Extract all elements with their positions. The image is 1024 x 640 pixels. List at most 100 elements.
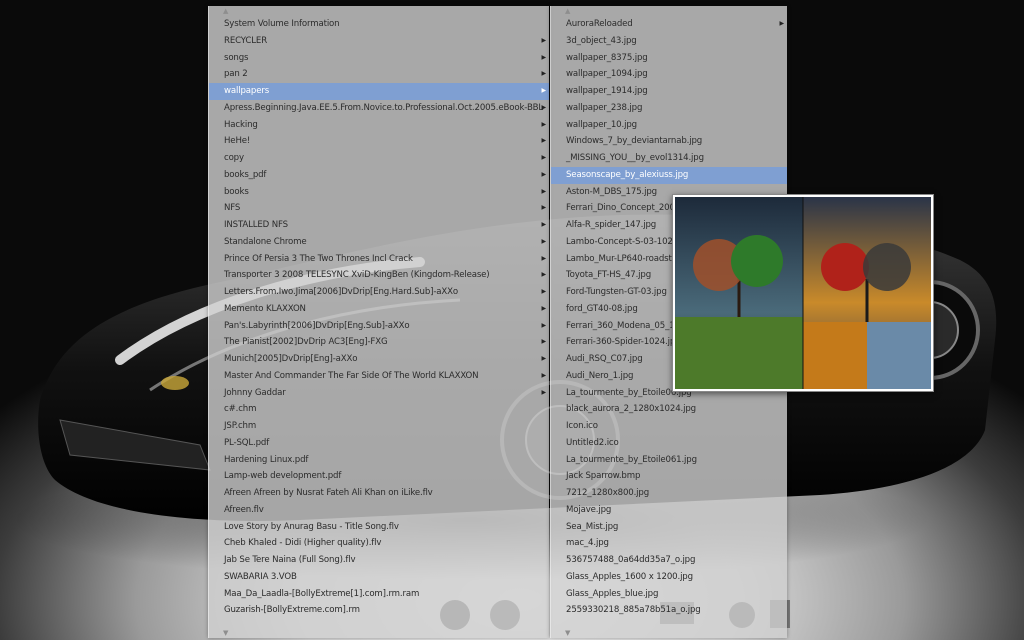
menu-item-hardening-linux-pdf[interactable]: Hardening Linux.pdf: [209, 452, 549, 469]
menu-item-apress-beginning-java-ee-5-from-novice-t[interactable]: Apress.Beginning.Java.EE.5.From.Novice.t…: [209, 100, 549, 117]
menu-item-label: c#.chm: [224, 404, 257, 415]
menu-item-lamp-web-development-pdf[interactable]: Lamp-web development.pdf: [209, 468, 549, 485]
menu-item-munich-2005-dvdrip-eng-axxo[interactable]: Munich[2005]DvDrip[Eng]-aXXo ▶: [209, 351, 549, 368]
menu-item-wallpaper-1094-jpg[interactable]: wallpaper_1094.jpg: [551, 66, 787, 83]
menu-item-icon-ico[interactable]: Icon.ico: [551, 418, 787, 435]
menu-item-wallpaper-238-jpg[interactable]: wallpaper_238.jpg: [551, 100, 787, 117]
menu-item-glass-apples-blue-jpg[interactable]: Glass_Apples_blue.jpg: [551, 586, 787, 603]
menu-item-master-and-commander-the-far-side-of-the[interactable]: Master And Commander The Far Side Of The…: [209, 368, 549, 385]
menu-item-johnny-gaddar[interactable]: Johnny Gaddar ▶: [209, 385, 549, 402]
menu-item-536757488-0a64dd35a7-o-jpg[interactable]: 536757488_0a64dd35a7_o.jpg: [551, 552, 787, 569]
menu-item-label: HeHe!: [224, 136, 251, 147]
menu-item-label: black_aurora_2_1280x1024.jpg: [566, 404, 696, 415]
seasonscape-thumbnail-image: [675, 197, 931, 389]
menu-item-installed-nfs[interactable]: INSTALLED NFS ▶: [209, 217, 549, 234]
menu-item-label: Windows_7_by_deviantarnab.jpg: [566, 136, 703, 147]
menu-item-label: Lambo_Mur-LP640-roadster: [566, 253, 681, 264]
menu-item-memento-klaxxon[interactable]: Memento KLAXXON ▶: [209, 301, 549, 318]
menu-item-jsp-chm[interactable]: JSP.chm: [209, 418, 549, 435]
menu-item-wallpaper-1914-jpg[interactable]: wallpaper_1914.jpg: [551, 83, 787, 100]
menu-item-label: 2559330218_885a78b51a_o.jpg: [566, 605, 701, 616]
submenu-arrow-icon: ▶: [541, 388, 547, 396]
submenu-arrow-icon: ▶: [779, 20, 785, 27]
menu-item-pan-2[interactable]: pan 2 ▶: [209, 66, 549, 83]
menu-item-pl-sql-pdf[interactable]: PL-SQL.pdf: [209, 435, 549, 452]
menu-item-label: Glass_Apples_1600 x 1200.jpg: [566, 571, 693, 582]
menu-item-glass-apples-1600-x-1200-jpg[interactable]: Glass_Apples_1600 x 1200.jpg: [551, 569, 787, 586]
menu-item-the-pianist-2002-dvdrip-ac3-eng-fxg[interactable]: The Pianist[2002]DvDrip AC3[Eng]-FXG ▶: [209, 334, 549, 351]
submenu-arrow-icon: ▶: [541, 221, 547, 228]
menu-item-2559330218-885a78b51a-o-jpg[interactable]: 2559330218_885a78b51a_o.jpg: [551, 602, 787, 619]
folder-menu-left[interactable]: ▲ System Volume Information RECYCLER ▶ song…: [208, 6, 549, 638]
menu-item-hacking[interactable]: Hacking ▶: [209, 117, 549, 134]
scroll-up-arrow[interactable]: ▲: [551, 6, 787, 16]
menu-item-guzarish-bollyextreme-com-rm[interactable]: Guzarish-[BollyExtreme.com].rm: [209, 602, 549, 619]
scroll-down-arrow[interactable]: ▼: [551, 628, 787, 638]
menu-item-hehe[interactable]: HeHe! ▶: [209, 133, 549, 150]
menu-item-label: Sea_Mist.jpg: [566, 521, 619, 532]
menu-item-label: Johnny Gaddar: [224, 387, 286, 398]
menu-item-songs[interactable]: songs ▶: [209, 50, 549, 67]
menu-item-pan-s-labyrinth-2006-dvdrip-eng-sub-axxo[interactable]: Pan's.Labyrinth[2006]DvDrip[Eng.Sub]-aXX…: [209, 318, 549, 335]
menu-item-maa-da-laadla-bollyextreme-1-com-rm-ram[interactable]: Maa_Da_Laadla-[BollyExtreme[1].com].rm.r…: [209, 586, 549, 603]
menu-item-cheb-khaled-didi-higher-quality-flv[interactable]: Cheb Khaled - Didi (Higher quality).flv: [209, 535, 549, 552]
menu-item-letters-from-iwo-jima-2006-dvdrip-eng-ha[interactable]: Letters.From.Iwo.Jima[2006]DvDrip[Eng.Ha…: [209, 284, 549, 301]
menu-item-transporter-3-2008-telesync-xvid-kingben[interactable]: Transporter 3 2008 TELESYNC XviD-KingBen…: [209, 267, 549, 284]
menu-item-prince-of-persia-3-the-two-thrones-incl-[interactable]: Prince Of Persia 3 The Two Thrones Incl …: [209, 251, 549, 268]
menu-item-label: wallpaper_10.jpg: [566, 119, 637, 130]
menu-item-love-story-by-anurag-basu-title-song-flv[interactable]: Love Story by Anurag Basu - Title Song.f…: [209, 519, 549, 536]
menu-item-windows-7-by-deviantarnab-jpg[interactable]: Windows_7_by_deviantarnab.jpg: [551, 133, 787, 150]
menu-item-label: copy: [224, 153, 244, 163]
menu-item-missing-you-by-evol1314-jpg[interactable]: _MISSING_YOU__by_evol1314.jpg: [551, 150, 787, 167]
menu-item-jack-sparrow-bmp[interactable]: Jack Sparrow.bmp: [551, 468, 787, 485]
scroll-up-arrow[interactable]: ▲: [209, 6, 549, 16]
menu-item-label: Transporter 3 2008 TELESYNC XviD-KingBen…: [224, 270, 490, 281]
menu-item-recycler[interactable]: RECYCLER ▶: [209, 33, 549, 50]
menu-item-c-chm[interactable]: c#.chm: [209, 401, 549, 418]
menu-item-label: Audi_Nero_1.jpg: [566, 370, 634, 381]
menu-item-seasonscape-by-alexiuss-jpg[interactable]: Seasonscape_by_alexiuss.jpg: [551, 166, 787, 184]
menu-item-books[interactable]: books ▶: [209, 184, 549, 201]
menu-item-mac-4-jpg[interactable]: mac_4.jpg: [551, 535, 787, 552]
menu-item-copy[interactable]: copy ▶: [209, 150, 549, 167]
submenu-arrow-icon: ▶: [541, 53, 547, 61]
menu-item-wallpaper-8375-jpg[interactable]: wallpaper_8375.jpg: [551, 50, 787, 67]
menu-item-afreen-flv[interactable]: Afreen.flv: [209, 502, 549, 519]
menu-item-label: INSTALLED NFS: [224, 220, 288, 230]
menu-item-afreen-afreen-by-nusrat-fateh-ali-khan-o[interactable]: Afreen Afreen by Nusrat Fateh Ali Khan o…: [209, 485, 549, 502]
menu-item-3d-object-43-jpg[interactable]: 3d_object_43.jpg: [551, 33, 787, 50]
menu-item-swabaria-3-vob[interactable]: SWABARIA 3.VOB: [209, 569, 549, 586]
submenu-arrow-icon: ▶: [541, 170, 547, 178]
menu-item-label: Cheb Khaled - Didi (Higher quality).flv: [224, 538, 382, 549]
menu-item-nfs[interactable]: NFS ▶: [209, 200, 549, 217]
scroll-down-arrow[interactable]: ▼: [209, 628, 549, 638]
menu-item-label: Toyota_FT-HS_47.jpg: [566, 270, 652, 281]
menu-item-label: Jack Sparrow.bmp: [566, 471, 641, 482]
menu-item-black-aurora-2-1280x1024-jpg[interactable]: black_aurora_2_1280x1024.jpg: [551, 401, 787, 418]
menu-item-label: Aston-M_DBS_175.jpg: [566, 186, 657, 197]
menu-item-label: Jab Se Tere Naina (Full Song).flv: [224, 555, 356, 565]
menu-item-standalone-chrome[interactable]: Standalone Chrome ▶: [209, 234, 549, 251]
menu-item-books-pdf[interactable]: books_pdf ▶: [209, 167, 549, 184]
submenu-arrow-icon: ▶: [541, 187, 547, 195]
menu-item-sea-mist-jpg[interactable]: Sea_Mist.jpg: [551, 519, 787, 536]
menu-item-jab-se-tere-naina-full-song-flv[interactable]: Jab Se Tere Naina (Full Song).flv: [209, 552, 549, 569]
menu-item-system-volume-information[interactable]: System Volume Information: [209, 16, 549, 33]
menu-item-label: Ferrari_360_Modena_05_10: [566, 320, 680, 331]
menu-item-label: wallpaper_1094.jpg: [566, 69, 648, 80]
menu-item-label: NFS: [224, 203, 241, 214]
menu-item-7212-1280x800-jpg[interactable]: 7212_1280x800.jpg: [551, 485, 787, 502]
submenu-arrow-icon: ▶: [541, 304, 547, 312]
menu-item-label: Hacking: [224, 119, 258, 130]
menu-item-untitled2-ico[interactable]: Untitled2.ico: [551, 435, 787, 452]
menu-item-aurorareloaded[interactable]: AuroraReloaded ▶: [551, 16, 787, 33]
submenu-arrow-icon: ▶: [541, 288, 547, 295]
menu-item-mojave-jpg[interactable]: Mojave.jpg: [551, 502, 787, 519]
submenu-arrow-icon: ▶: [541, 87, 547, 94]
menu-item-label: Pan's.Labyrinth[2006]DvDrip[Eng.Sub]-aXX…: [224, 320, 410, 331]
menu-item-label: Letters.From.Iwo.Jima[2006]DvDrip[Eng.Ha…: [224, 287, 458, 297]
menu-item-la-tourmente-by-etoile061-jpg[interactable]: La_tourmente_by_Etoile061.jpg: [551, 452, 787, 469]
menu-item-wallpapers[interactable]: wallpapers ▶: [209, 83, 549, 100]
menu-item-wallpaper-10-jpg[interactable]: wallpaper_10.jpg: [551, 117, 787, 134]
menu-item-label: Lambo-Concept-S-03-1024.: [566, 236, 681, 247]
